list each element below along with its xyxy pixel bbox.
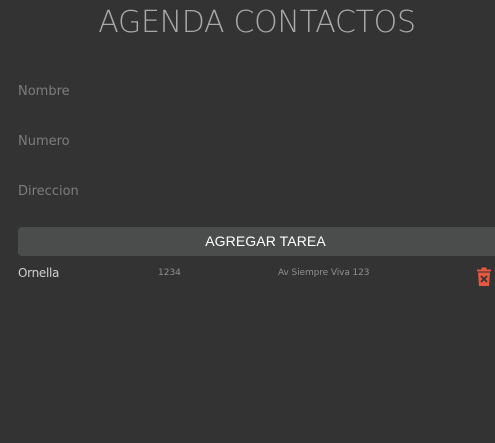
number-input[interactable]: [18, 129, 495, 153]
name-input[interactable]: [18, 79, 495, 103]
trash-icon[interactable]: [476, 267, 492, 287]
contact-number: 1234: [158, 268, 181, 278]
add-task-button[interactable]: AGREGAR TAREA: [18, 227, 495, 256]
contact-name: Ornella: [18, 266, 60, 280]
address-input[interactable]: [18, 179, 495, 203]
contact-row: Ornella 1234 Av Siempre Viva 123: [0, 262, 495, 290]
page-title: AGENDA CONTACTOS: [98, 5, 416, 40]
agenda-app: AGENDA CONTACTOS AGREGAR TAREA Ornella 1…: [0, 0, 495, 443]
contact-address: Av Siempre Viva 123: [278, 268, 370, 278]
